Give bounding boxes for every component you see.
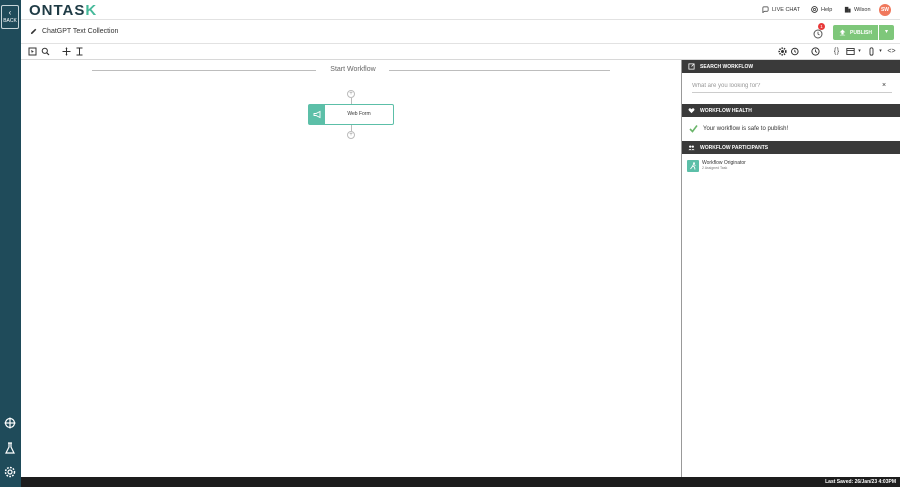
workflow-participants-header: WORKFLOW PARTICIPANTS: [682, 141, 900, 154]
workflow-health-header: WORKFLOW HEALTH: [682, 104, 900, 117]
help-link[interactable]: Help: [811, 6, 832, 13]
participant-task-count: 2 Assigned Task: [702, 166, 728, 170]
help-label: Help: [821, 6, 833, 13]
left-sidebar: ‹ BACK: [0, 0, 21, 487]
workflow-title-text: ChatGPT Text Collection: [42, 28, 119, 35]
text-height-icon[interactable]: [75, 47, 84, 56]
attachment-caret-icon[interactable]: ▾: [876, 47, 885, 56]
avatar[interactable]: SW: [879, 4, 891, 16]
back-label: BACK: [3, 18, 17, 24]
alert-badge: 1: [818, 23, 825, 30]
upload-icon: [839, 29, 846, 36]
variables-icon[interactable]: { }: [832, 47, 841, 56]
lifebuoy-icon: [811, 6, 818, 13]
publish-button[interactable]: PUBLISH: [833, 25, 878, 40]
attachment-icon[interactable]: [867, 47, 876, 56]
participant-item[interactable]: Workflow Originator 2 Assigned Task: [687, 160, 746, 172]
user-name: Wilson: [854, 6, 871, 13]
last-saved-text: Last Saved: 26/Jan/23 4:03PM: [825, 479, 896, 485]
building-icon: [844, 6, 851, 13]
publish-label: PUBLISH: [850, 29, 872, 36]
ontask-logo[interactable]: ONTASK: [29, 2, 97, 19]
table-caret-icon[interactable]: ▾: [855, 47, 864, 56]
health-header-label: WORKFLOW HEALTH: [700, 107, 752, 114]
search-doc-icon: [688, 63, 695, 70]
toolbar: { } ▾ ▾ <>: [21, 44, 900, 60]
running-person-icon: [687, 160, 699, 172]
table-icon[interactable]: [846, 47, 855, 56]
start-workflow-label: Start Workflow: [330, 66, 376, 73]
code-icon[interactable]: <>: [887, 47, 896, 56]
participants-header-label: WORKFLOW PARTICIPANTS: [700, 144, 769, 151]
title-bar: ChatGPT Text Collection 1 PUBLISH ▾: [21, 20, 900, 44]
status-bar: Last Saved: 26/Jan/23 4:03PM: [21, 477, 900, 487]
pencil-icon: [30, 28, 37, 35]
right-panel: SEARCH WORKFLOW × WORKFLOW HEALTH Your w…: [681, 60, 900, 477]
zoom-search-icon[interactable]: [41, 47, 50, 56]
back-button[interactable]: ‹ BACK: [1, 5, 19, 29]
clock-alert-icon: [813, 29, 823, 39]
gear-icon[interactable]: [4, 466, 16, 478]
logo-accent: K: [85, 2, 98, 19]
history-icon[interactable]: [790, 47, 799, 56]
workflow-canvas[interactable]: Start Workflow + Web Form +: [21, 60, 681, 477]
search-input[interactable]: [692, 80, 892, 93]
checkmark-icon: [689, 125, 698, 133]
chevron-left-icon: ‹: [8, 8, 12, 17]
heart-pulse-icon: [688, 108, 695, 114]
user-menu[interactable]: Wilson: [844, 6, 871, 13]
live-chat-link[interactable]: LIVE CHAT: [762, 6, 800, 13]
clock-icon[interactable]: [811, 47, 820, 56]
search-workflow-header: SEARCH WORKFLOW: [682, 60, 900, 73]
live-chat-label: LIVE CHAT: [772, 6, 801, 13]
start-divider-left: [92, 70, 316, 71]
settings-gear-icon[interactable]: [778, 47, 787, 56]
users-icon: [688, 145, 695, 151]
web-form-label: Web Form: [347, 111, 371, 117]
search-header-label: SEARCH WORKFLOW: [700, 63, 754, 70]
health-message: Your workflow is safe to publish!: [703, 125, 789, 132]
publish-dropdown-button[interactable]: ▾: [879, 25, 894, 40]
megaphone-icon: [309, 105, 325, 124]
top-bar: ONTASK LIVE CHAT Help Wilson SW: [21, 0, 900, 20]
logo-text: ONTAS: [29, 2, 86, 19]
select-tool-icon[interactable]: [28, 47, 37, 56]
web-form-node[interactable]: Web Form: [308, 104, 394, 125]
start-divider-right: [389, 70, 610, 71]
close-icon[interactable]: ×: [882, 82, 886, 89]
add-step-above-button[interactable]: +: [347, 90, 355, 98]
chat-icon: [762, 6, 769, 13]
caret-down-icon: ▾: [884, 29, 888, 35]
health-status: Your workflow is safe to publish!: [689, 124, 788, 133]
move-icon[interactable]: [62, 47, 71, 56]
workflow-title[interactable]: ChatGPT Text Collection: [30, 28, 118, 35]
crosshair-icon[interactable]: [4, 417, 16, 429]
add-step-below-button[interactable]: +: [347, 131, 355, 139]
flask-icon[interactable]: [4, 442, 16, 454]
